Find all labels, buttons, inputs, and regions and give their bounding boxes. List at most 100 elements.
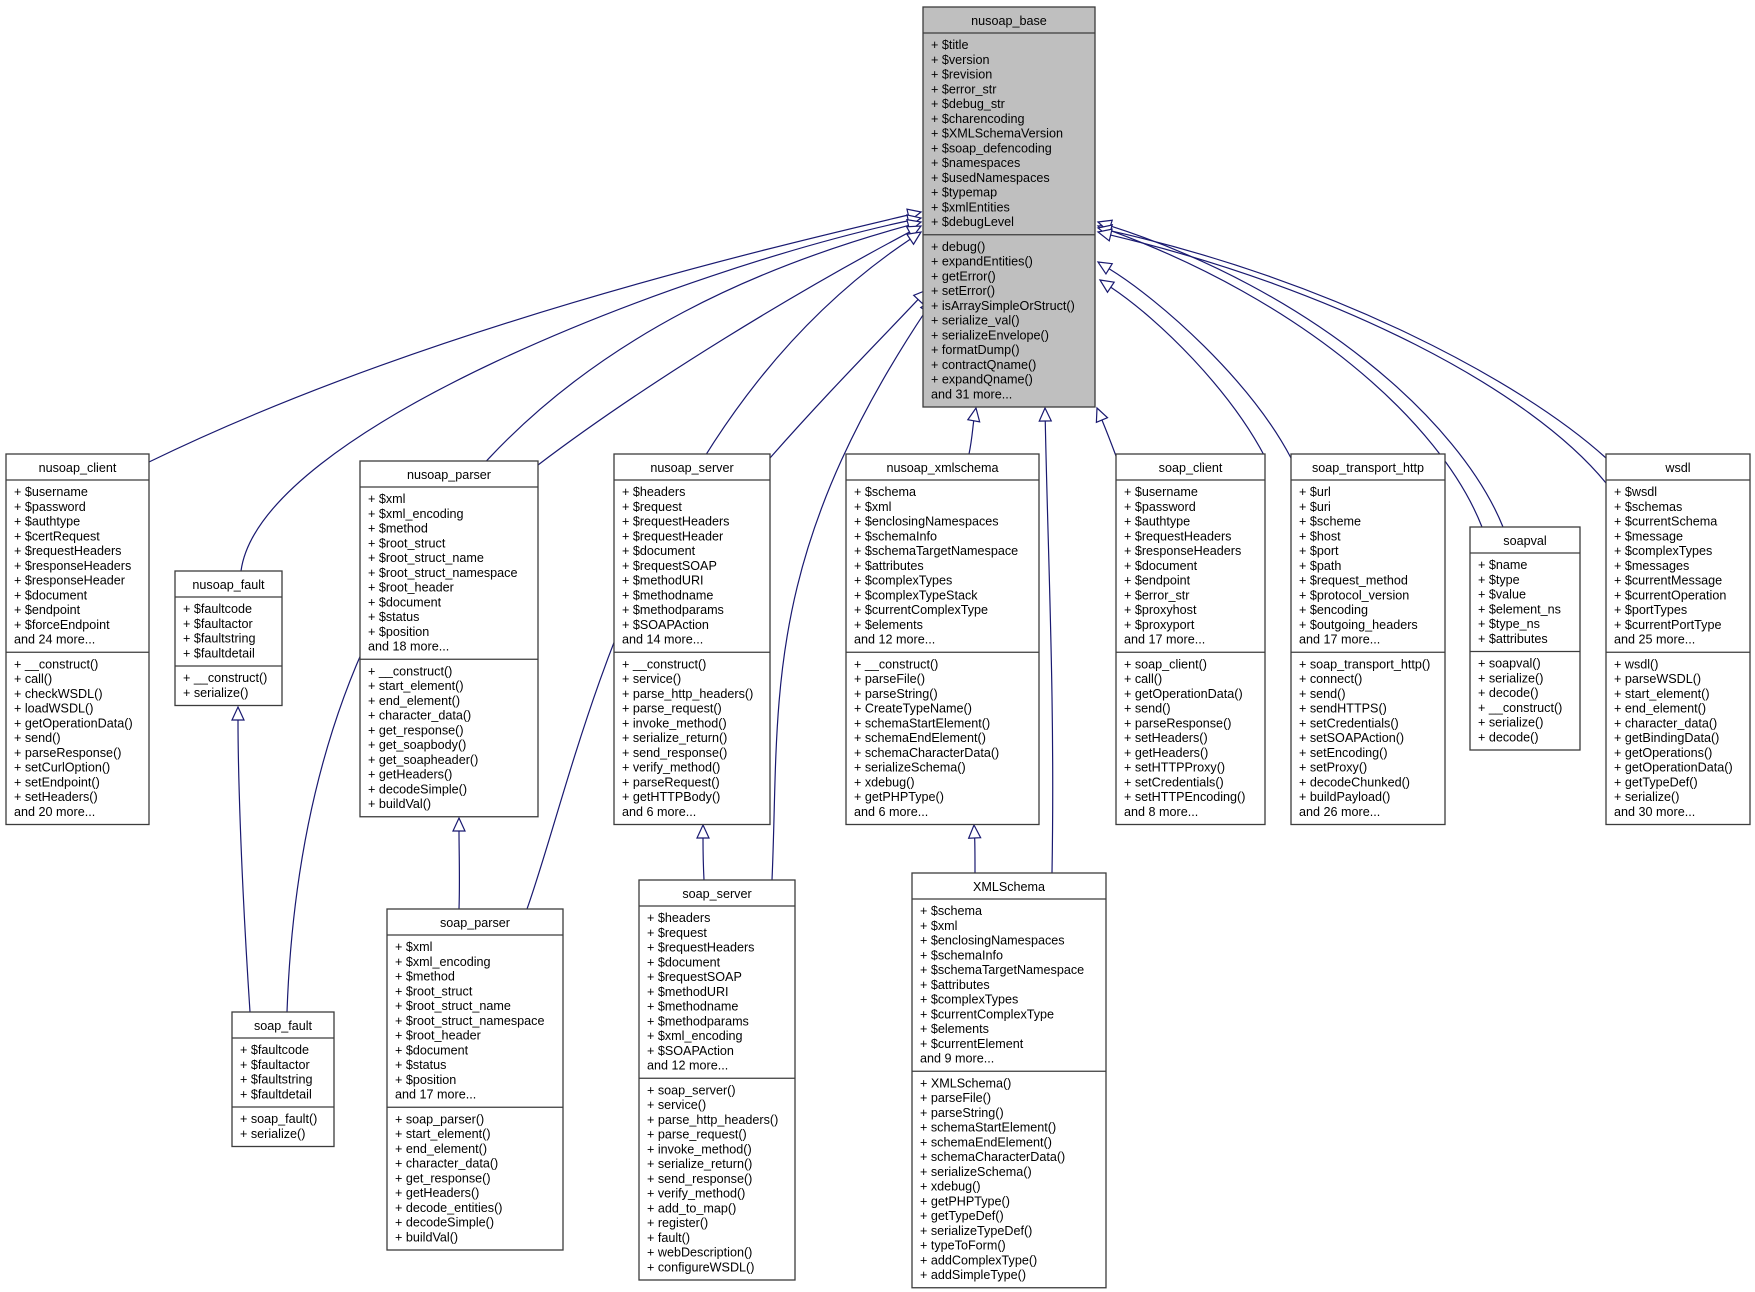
class-method: + start_element(): [368, 679, 464, 693]
class-attribute: + $charencoding: [931, 112, 1024, 126]
class-attribute: + $namespaces: [931, 156, 1020, 170]
hollow-arrowhead-icon: [452, 816, 466, 832]
inheritance-line: [1110, 230, 1607, 459]
class-attribute: + $methodname: [622, 588, 713, 602]
class-attribute: + $complexTypes: [854, 574, 952, 588]
class-box-soapval[interactable]: soapval + $name+ $type+ $value+ $element_…: [1469, 526, 1581, 751]
class-attribute: + $headers: [622, 485, 685, 499]
class-method: + parseString(): [854, 687, 938, 701]
class-attribute: + $type_ns: [1478, 617, 1540, 631]
class-attribute: + $currentMessage: [1614, 574, 1722, 588]
class-attribute: + $proxyport: [1124, 618, 1195, 632]
class-method: + serialize_return(): [647, 1157, 752, 1171]
class-method: + soap_client(): [1124, 657, 1207, 671]
class-attribute: + $method: [368, 522, 428, 536]
class-method: + connect(): [1299, 672, 1362, 686]
class-box-nusoap-parser[interactable]: nusoap_parser+ $xml+ $xml_encoding+ $met…: [359, 460, 539, 818]
class-attribute: + $document: [647, 955, 721, 969]
class-box-soap-client[interactable]: soap_client + $username+ $password+ $auth…: [1115, 453, 1266, 826]
inheritance-line: [240, 220, 909, 572]
class-method: + __construct(): [622, 657, 706, 671]
class-method: + __construct(): [368, 664, 452, 678]
class-attribute: + $root_header: [395, 1029, 481, 1043]
class-attribute: + $password: [1124, 500, 1196, 514]
class-method: + setSOAPAction(): [1299, 731, 1404, 745]
class-method: + decodeSimple(): [395, 1216, 494, 1230]
class-method: + serializeSchema(): [854, 761, 966, 775]
class-attribute: + $typemap: [931, 186, 997, 200]
class-method: + setCredentials(): [1299, 716, 1399, 730]
class-method: + setCurlOption(): [14, 761, 110, 775]
class-method: + parseWSDL(): [1614, 672, 1701, 686]
class-attribute: + $XMLSchemaVersion: [931, 127, 1063, 141]
class-method: + invoke_method(): [622, 716, 727, 730]
class-box-soap-parser[interactable]: soap_parser + $xml+ $xml_encoding+ $metho…: [386, 908, 564, 1251]
class-attribute: + $methodURI: [647, 985, 729, 999]
class-box-soap-fault[interactable]: soap_fault+ $faultcode+ $faultactor+ $fa…: [231, 1011, 335, 1148]
class-name: nusoap_fault: [192, 578, 265, 592]
class-method: + getBindingData(): [1614, 731, 1719, 745]
class-method: + setHTTPEncoding(): [1124, 790, 1245, 804]
class-attribute: + $request: [622, 500, 682, 514]
class-attribute: + $messages: [1614, 559, 1689, 573]
hollow-arrowhead-icon: [231, 705, 245, 721]
class-attribute: + $elements: [854, 618, 923, 632]
inheritance-line: [1044, 420, 1054, 874]
hollow-arrowhead-icon: [1038, 406, 1053, 422]
class-attribute: + $xml_encoding: [647, 1029, 743, 1043]
inheritance-line: [1110, 286, 1266, 458]
class-attribute: + $request_method: [1299, 574, 1408, 588]
class-box-nusoap-xmlschema[interactable]: nusoap_xmlschema + $schema+ $xml+ $enclos…: [845, 453, 1040, 826]
class-attribute: + $root_struct_name: [395, 999, 511, 1013]
class-attribute: + $requestHeaders: [647, 941, 754, 955]
class-attribute: + $encoding: [1299, 603, 1368, 617]
class-method: + soap_server(): [647, 1083, 736, 1097]
class-attribute: + $currentComplexType: [854, 603, 988, 617]
class-attribute: + $responseHeader: [14, 574, 125, 588]
class-box-nusoap-base[interactable]: nusoap_base+ $title+ $version+ $revision…: [922, 6, 1096, 408]
class-attribute: + $complexTypes: [920, 993, 1018, 1007]
class-method: + start_element(): [1614, 687, 1710, 701]
class-attribute: + $type: [1478, 573, 1520, 587]
class-attribute: + $headers: [647, 911, 710, 925]
class-attribute: + $path: [1299, 559, 1341, 573]
class-method: + soap_parser(): [395, 1112, 484, 1126]
class-box-soap-transport-http[interactable]: soap_transport_http + $url+ $uri+ $scheme…: [1290, 453, 1446, 826]
class-method: + character_data(): [368, 709, 471, 723]
hollow-arrowhead-icon: [1098, 279, 1116, 294]
inheritance-edge-wsdl-to-nusoap-base: [1096, 228, 1607, 484]
hollow-arrowhead-icon: [1096, 228, 1113, 242]
class-box-soap-server[interactable]: soap_server+ $headers+ $request+ $reques…: [638, 879, 796, 1281]
class-attribute: + $schema: [920, 904, 982, 918]
class-attribute: + $soap_defencoding: [931, 141, 1052, 155]
class-method: + register(): [647, 1216, 708, 1230]
class-box-nusoap-client[interactable]: nusoap_client + $username+ $password+ $au…: [5, 453, 150, 826]
class-box-nusoap-server[interactable]: nusoap_server+ $headers+ $request+ $requ…: [613, 453, 771, 826]
class-attribute: + $xml_encoding: [395, 955, 491, 969]
class-box-nusoap-fault[interactable]: nusoap_fault+ $faultcode+ $faultactor+ $…: [174, 570, 283, 707]
inheritance-edge-xmlschema-to-nusoap-xmlschema: [967, 823, 982, 874]
class-box-xmlschema[interactable]: XMLSchema + $schema+ $xml+ $enclosingName…: [911, 872, 1107, 1289]
hollow-arrowhead-icon: [967, 823, 982, 839]
class-attribute: + $status: [368, 610, 419, 624]
class-attribute: + $root_struct_name: [368, 551, 484, 565]
class-method: + decodeChunked(): [1299, 775, 1410, 789]
inheritance-line: [1110, 234, 1607, 484]
class-boxes: nusoap_base+ $title+ $version+ $revision…: [5, 6, 1751, 1289]
class-method: + getOperationData(): [1614, 761, 1733, 775]
more-attributes-note: and 9 more...: [920, 1052, 994, 1066]
class-method: + soap_fault(): [240, 1112, 317, 1126]
class-method: + verify_method(): [622, 761, 720, 775]
class-method: + debug(): [931, 240, 985, 254]
class-attribute: + $wsdl: [1614, 485, 1657, 499]
class-attribute: + $currentComplexType: [920, 1007, 1054, 1021]
class-method: + parseString(): [920, 1106, 1004, 1120]
inheritance-line: [537, 231, 910, 466]
class-attribute: + $root_struct_namespace: [395, 1014, 544, 1028]
class-method: + end_element(): [395, 1142, 487, 1156]
class-method: + decodeSimple(): [368, 782, 467, 796]
class-attribute: + $document: [1124, 559, 1198, 573]
class-attribute: + $title: [931, 38, 968, 52]
class-box-wsdl[interactable]: wsdl+ $wsdl+ $schemas+ $currentSchema+ $…: [1605, 453, 1751, 826]
class-method: + XMLSchema(): [920, 1076, 1011, 1090]
